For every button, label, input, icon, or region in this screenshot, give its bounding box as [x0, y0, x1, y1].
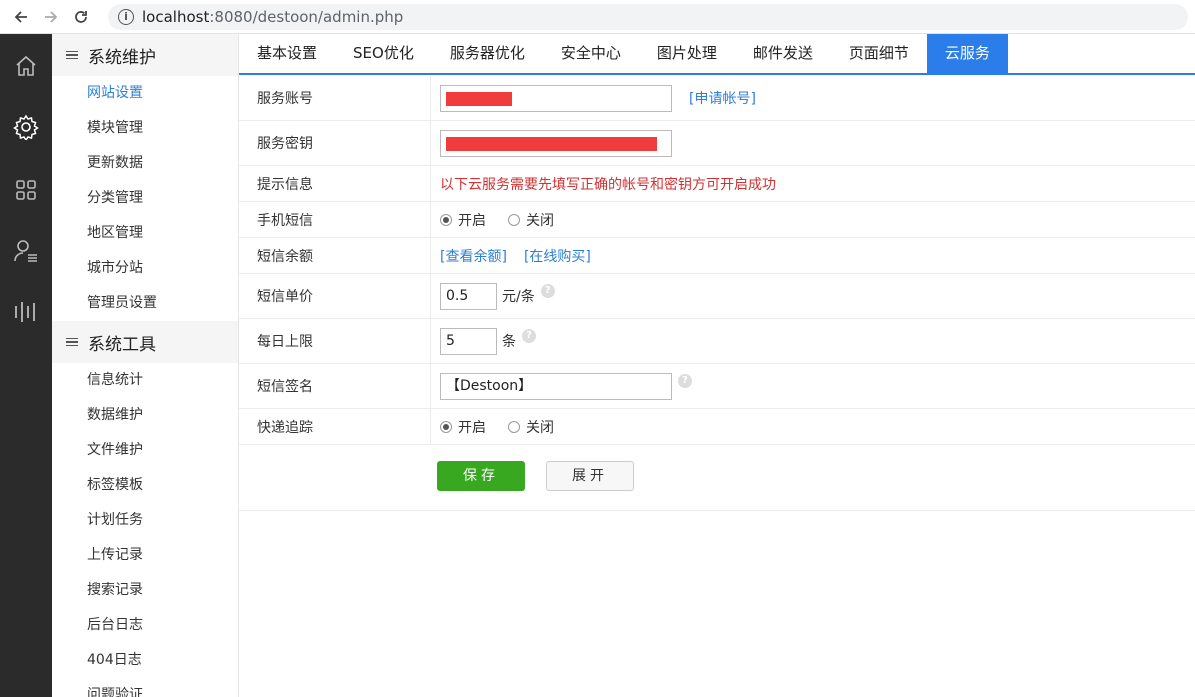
sms-on-radio[interactable]: 开启 [440, 210, 486, 230]
grid-icon[interactable] [0, 170, 52, 210]
sidebar-item-scheduled-tasks[interactable]: 计划任务 [52, 503, 238, 538]
sidebar-item-category-manage[interactable]: 分类管理 [52, 181, 238, 216]
form-row-sign: 短信签名 【Destoon】 ? [239, 364, 1195, 409]
tip-label: 提示信息 [239, 166, 431, 201]
redacted-value [446, 91, 512, 106]
check-balance-link[interactable]: [查看余额] [440, 246, 507, 266]
tip-text: 以下云服务需要先填写正确的帐号和密钥方可开启成功 [440, 176, 776, 193]
price-input[interactable]: 0.5 [440, 282, 497, 310]
sms-label: 手机短信 [239, 202, 431, 237]
form-row-key: 服务密钥 [239, 121, 1195, 166]
user-list-icon[interactable] [0, 231, 52, 271]
sms-off-radio[interactable]: 关闭 [508, 210, 554, 230]
sign-input[interactable]: 【Destoon】 [440, 372, 672, 400]
buy-online-link[interactable]: [在线购买] [524, 246, 591, 266]
form-row-tip: 提示信息 以下云服务需要先填写正确的帐号和密钥方可开启成功 [239, 166, 1195, 202]
sidebar-item-admin-log[interactable]: 后台日志 [52, 608, 238, 643]
sidebar-item-search-log[interactable]: 搜索记录 [52, 573, 238, 608]
price-label: 短信单价 [239, 274, 431, 318]
tab-image-processing[interactable]: 图片处理 [639, 34, 735, 73]
redacted-value [446, 136, 657, 151]
form-actions: 保存 展开 [239, 445, 1195, 511]
sidebar-item-site-settings[interactable]: 网站设置 [52, 76, 238, 111]
key-label: 服务密钥 [239, 121, 431, 165]
sidebar-item-tag-template[interactable]: 标签模板 [52, 468, 238, 503]
radio-unchecked-icon [508, 420, 520, 433]
form-row-limit: 每日上限 5 条 ? [239, 319, 1195, 364]
form-row-price: 短信单价 0.5 元/条 ? [239, 274, 1195, 319]
menu-lines-icon [66, 49, 78, 62]
info-icon[interactable]: i [118, 9, 134, 25]
form-row-express: 快递追踪 开启 关闭 [239, 409, 1195, 445]
group-title: 系统工具 [88, 334, 156, 355]
balance-label: 短信余额 [239, 238, 431, 273]
apply-account-link[interactable]: [申请帐号] [689, 88, 756, 108]
sidebar-item-city-station[interactable]: 城市分站 [52, 251, 238, 286]
limit-unit: 条 [502, 334, 516, 350]
sidebar-item-question-verify[interactable]: 问题验证 [52, 678, 238, 697]
icon-rail [0, 34, 52, 697]
tab-server-optimize[interactable]: 服务器优化 [432, 34, 543, 73]
account-label: 服务账号 [239, 76, 431, 120]
home-icon[interactable] [0, 46, 52, 86]
tab-bar: 基本设置 SEO优化 服务器优化 安全中心 图片处理 邮件发送 页面细节 云服务 [239, 34, 1195, 75]
forward-icon[interactable] [40, 6, 62, 28]
help-icon[interactable]: ? [678, 374, 692, 388]
cloud-service-form: 服务账号 [申请帐号] 服务密钥 提示信息 以下云服务需要先填写正确的帐号和密钥… [239, 76, 1195, 511]
sidebar-item-admin-settings[interactable]: 管理员设置 [52, 286, 238, 321]
key-input[interactable] [440, 129, 672, 157]
sidebar-item-module-manage[interactable]: 模块管理 [52, 111, 238, 146]
sign-label: 短信签名 [239, 364, 431, 408]
form-row-account: 服务账号 [申请帐号] [239, 76, 1195, 121]
browser-bar: i localhost:8080/destoon/admin.php [0, 0, 1195, 34]
form-row-balance: 短信余额 [查看余额] [在线购买] [239, 238, 1195, 274]
back-icon[interactable] [10, 6, 32, 28]
sidebar-item-404-log[interactable]: 404日志 [52, 643, 238, 678]
express-label: 快递追踪 [239, 409, 431, 444]
radio-unchecked-icon [508, 213, 520, 226]
tab-seo[interactable]: SEO优化 [335, 34, 432, 73]
limit-input[interactable]: 5 [440, 327, 497, 355]
reload-icon[interactable] [70, 6, 92, 28]
tab-security-center[interactable]: 安全中心 [543, 34, 639, 73]
sidebar-group-system-tools[interactable]: 系统工具 [52, 321, 238, 363]
sidebar-item-upload-log[interactable]: 上传记录 [52, 538, 238, 573]
sidebar-item-data-maint[interactable]: 数据维护 [52, 398, 238, 433]
radio-checked-icon [440, 213, 452, 226]
expand-button[interactable]: 展开 [546, 461, 634, 491]
sidebar-item-file-maint[interactable]: 文件维护 [52, 433, 238, 468]
sidebar: 系统维护 网站设置 模块管理 更新数据 分类管理 地区管理 城市分站 管理员设置… [52, 34, 239, 697]
sidebar-item-update-data[interactable]: 更新数据 [52, 146, 238, 181]
tab-basic-settings[interactable]: 基本设置 [239, 34, 335, 73]
address-bar[interactable]: i localhost:8080/destoon/admin.php [108, 4, 1188, 30]
gear-icon[interactable] [0, 107, 52, 147]
sidebar-group-system-maintenance[interactable]: 系统维护 [52, 34, 238, 76]
help-icon[interactable]: ? [540, 284, 555, 298]
sidebar-item-stats[interactable]: 信息统计 [52, 363, 238, 398]
express-off-radio[interactable]: 关闭 [508, 417, 554, 437]
sidebar-item-area-manage[interactable]: 地区管理 [52, 216, 238, 251]
limit-label: 每日上限 [239, 319, 431, 363]
radio-checked-icon [440, 420, 452, 433]
express-on-radio[interactable]: 开启 [440, 417, 486, 437]
tab-mail-sending[interactable]: 邮件发送 [735, 34, 831, 73]
help-icon[interactable]: ? [522, 329, 536, 343]
save-button[interactable]: 保存 [437, 461, 525, 491]
account-input[interactable] [440, 84, 672, 112]
menu-lines-icon [66, 336, 78, 349]
price-unit: 元/条 [502, 289, 535, 305]
form-row-sms: 手机短信 开启 关闭 [239, 202, 1195, 238]
group-title: 系统维护 [88, 47, 156, 68]
bars-icon[interactable] [0, 292, 52, 332]
tab-cloud-service[interactable]: 云服务 [926, 34, 1008, 73]
tab-page-details[interactable]: 页面细节 [831, 34, 927, 73]
url-text: localhost:8080/destoon/admin.php [142, 8, 404, 26]
